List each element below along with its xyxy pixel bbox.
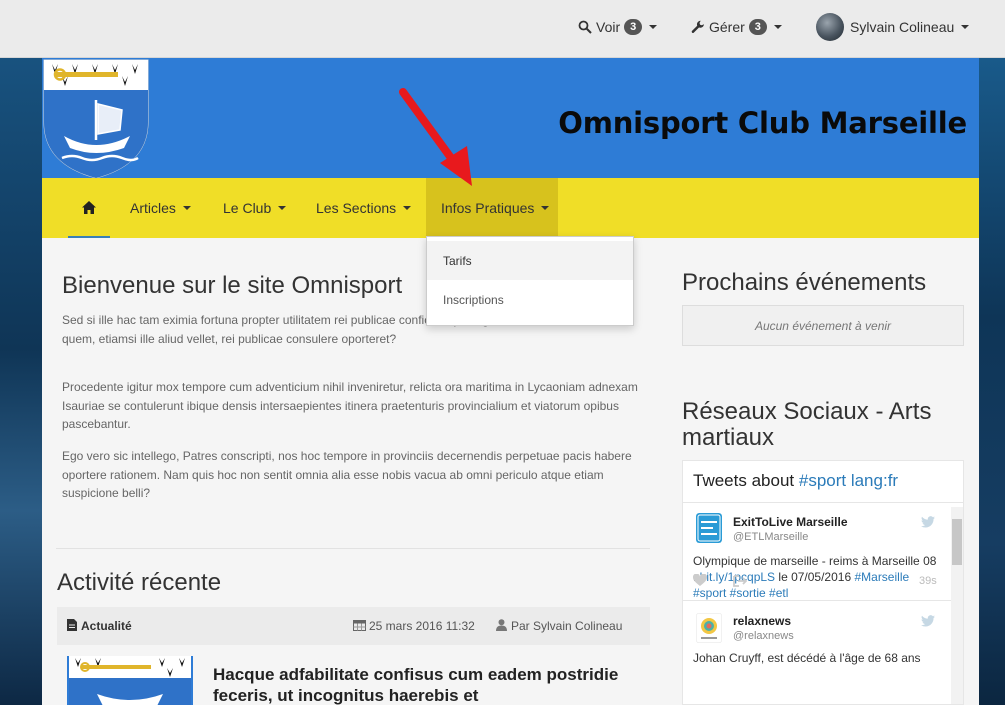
club-crest-logo [67,656,193,705]
voir-count-badge: 3 [624,19,643,35]
document-icon [67,619,77,631]
page-background-right [979,58,1005,705]
tweet-text: Olympique de marseille - reims à Marseil… [693,553,938,601]
infos-pratiques-dropdown: Tarifs Inscriptions [426,236,634,326]
twitter-bird-icon[interactable] [921,615,935,627]
home-icon [82,200,96,214]
twitter-scrollbar-thumb[interactable] [952,519,962,565]
gerer-label: Gérer [709,19,745,35]
activity-category[interactable]: Actualité [67,619,132,633]
site-container: Omnisport Club Marseille Articles Le Clu… [42,58,979,705]
gerer-menu[interactable]: Gérer 3 [691,17,782,37]
twitter-bird-icon[interactable] [921,516,935,528]
activity-meta-bar: Actualité 25 mars 2016 11:32 Par Sylvain… [57,607,650,645]
article-title-link[interactable]: Hacque adfabilitate confisus cum eadem p… [213,664,633,705]
user-icon [496,619,507,631]
activity-author: Par Sylvain Colineau [496,619,622,633]
tweet-timestamp[interactable]: 39s [919,575,937,587]
nav-infos-pratiques-label: Infos Pratiques [441,200,535,216]
annotation-arrow-icon [399,88,472,186]
twitter-widget[interactable]: Tweets about #sport lang:fr ExitToLive M… [682,460,964,705]
nav-home[interactable] [68,178,110,238]
wrench-icon [691,20,704,34]
tweets-query-link[interactable]: #sport lang:fr [799,471,898,490]
twitter-header-divider [683,502,963,503]
tweet-divider [683,600,951,601]
main-navbar: Articles Le Club Les Sections Infos Prat… [42,178,979,238]
gerer-count-badge: 3 [748,19,767,35]
club-crest-logo[interactable] [42,58,150,178]
welcome-title: Bienvenue sur le site Omnisport [62,272,403,299]
site-title: Omnisport Club Marseille [558,106,967,140]
share-icon[interactable] [733,575,747,587]
nav-les-sections-label: Les Sections [316,200,397,216]
dropdown-item-inscriptions[interactable]: Inscriptions [427,280,633,319]
chevron-down-icon [773,25,782,29]
paragraph-text: Sed si ille hac tam eximia fortuna propt… [62,313,396,327]
voir-menu[interactable]: Voir 3 [578,17,658,37]
tweet-text-part: le 07/05/2016 [775,570,855,584]
exittolive-avatar[interactable] [696,513,722,543]
admin-toolbar: Voir 3 Gérer 3 Sylvain Colineau [0,0,1005,58]
user-menu[interactable]: Sylvain Colineau [816,13,970,41]
dropdown-item-tarifs[interactable]: Tarifs [427,241,633,280]
activity-date: 25 mars 2016 11:32 [353,619,475,633]
like-icon[interactable] [693,574,707,587]
chevron-down-icon [649,25,658,29]
chevron-down-icon [278,206,287,210]
chevron-down-icon [961,25,970,29]
calendar-icon [353,620,366,631]
activity-date-text: 25 mars 2016 11:32 [369,619,475,633]
article-thumbnail[interactable] [67,656,193,705]
chevron-down-icon [541,206,550,210]
activity-category-label: Actualité [81,619,132,633]
nav-le-club-label: Le Club [223,200,272,216]
site-header: Omnisport Club Marseille [42,58,979,178]
avatar [816,13,844,41]
twitter-scrollbar[interactable] [951,507,963,704]
tweet-author-handle[interactable]: @ETLMarseille [733,531,808,543]
page-background-left [0,58,42,705]
nav-articles[interactable]: Articles [130,178,191,238]
welcome-paragraph-2: Procedente igitur mox tempore cum advent… [62,380,638,431]
twitter-widget-header: Tweets about #sport lang:fr [693,471,898,491]
relaxnews-avatar[interactable] [696,613,722,643]
activity-author-text: Par Sylvain Colineau [511,619,623,633]
tweet-author-name[interactable]: ExitToLive Marseille [733,515,848,529]
social-title: Réseaux Sociaux - Arts martiaux [682,398,932,451]
chevron-down-icon [182,206,191,210]
events-empty-box: Aucun événement à venir [682,305,964,346]
search-icon [578,20,592,34]
nav-articles-label: Articles [130,200,176,216]
tweet-author-handle[interactable]: @relaxnews [733,630,794,642]
tweets-header-label: Tweets about [693,471,795,490]
welcome-paragraph-3: Ego vero sic intellego, Patres conscript… [62,449,632,500]
section-divider [56,548,650,549]
chevron-down-icon [403,206,412,210]
voir-label: Voir [596,19,621,35]
user-name: Sylvain Colineau [850,19,955,35]
recent-activity-title: Activité récente [57,569,222,596]
tweet-author-name[interactable]: relaxnews [733,614,791,628]
tweet-text: Johan Cruyff, est décédé à l'âge de 68 a… [693,651,921,665]
events-title: Prochains événements [682,269,927,296]
nav-le-club[interactable]: Le Club [223,178,287,238]
